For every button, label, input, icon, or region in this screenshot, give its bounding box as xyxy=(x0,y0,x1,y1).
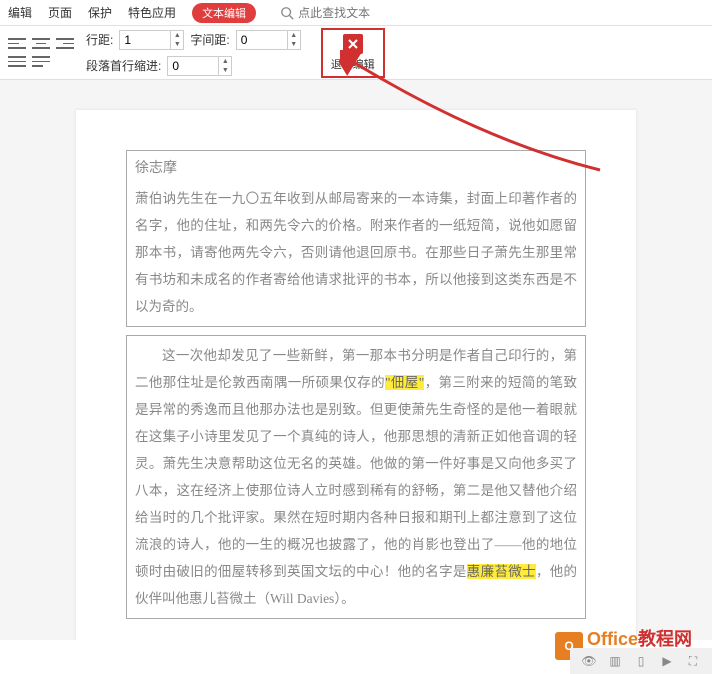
menu-protect[interactable]: 保护 xyxy=(88,4,112,21)
menu-edit[interactable]: 编辑 xyxy=(8,4,32,21)
char-spacing-spinner[interactable]: ▲▼ xyxy=(236,30,301,50)
text-edit-mode-badge[interactable]: 文本编辑 xyxy=(192,3,256,23)
text-block-1[interactable]: 徐志摩 萧伯讷先生在一九〇五年收到从邮局寄来的一本诗集，封面上印著作者的名字，他… xyxy=(126,150,586,327)
indent-spinner[interactable]: ▲▼ xyxy=(167,56,232,76)
spacing-group: 行距: ▲▼ 字间距: ▲▼ 段落首行缩进: ▲▼ xyxy=(86,30,301,76)
highlight-2: 惠廉苔微士 xyxy=(467,564,536,579)
char-spacing-label: 字间距: xyxy=(190,31,229,48)
char-spacing-input[interactable] xyxy=(237,33,287,47)
paragraph-2[interactable]: 这一次他却发见了一些新鲜，第一那本书分明是作者自己印行的，第二他那住址是伦敦西南… xyxy=(135,342,577,612)
text-block-2[interactable]: 这一次他却发见了一些新鲜，第一那本书分明是作者自己印行的，第二他那住址是伦敦西南… xyxy=(126,335,586,619)
align-right-button[interactable] xyxy=(56,37,74,51)
spinner-up-icon[interactable]: ▲ xyxy=(171,31,183,40)
layout-icon[interactable]: ▥ xyxy=(606,652,624,670)
align-distribute-button[interactable] xyxy=(32,55,50,69)
spinner-down-icon[interactable]: ▼ xyxy=(219,66,231,75)
exit-edit-group: 退出编辑 xyxy=(321,28,385,78)
alignment-group xyxy=(8,37,74,69)
line-spacing-label: 行距: xyxy=(86,31,113,48)
line-spacing-spinner[interactable]: ▲▼ xyxy=(119,30,184,50)
indent-label: 段落首行缩进: xyxy=(86,57,161,74)
status-bar: 👁 ▥ ▯ ▶ ⛶ xyxy=(570,648,712,674)
highlight-1: "佃屋" xyxy=(385,375,424,390)
watermark-brand: Office xyxy=(587,629,638,649)
menu-page[interactable]: 页面 xyxy=(48,4,72,21)
view-icon[interactable]: 👁 xyxy=(580,652,598,670)
formatting-toolbar: 行距: ▲▼ 字间距: ▲▼ 段落首行缩进: ▲▼ 退出编辑 xyxy=(0,26,712,80)
align-justify-button[interactable] xyxy=(8,55,26,69)
single-page-icon[interactable]: ▯ xyxy=(632,652,650,670)
play-icon[interactable]: ▶ xyxy=(658,652,676,670)
spinner-up-icon[interactable]: ▲ xyxy=(219,57,231,66)
document-title[interactable]: 徐志摩 xyxy=(135,157,577,177)
search-icon[interactable] xyxy=(280,6,294,20)
document-canvas: 徐志摩 萧伯讷先生在一九〇五年收到从邮局寄来的一本诗集，封面上印著作者的名字，他… xyxy=(0,80,712,640)
top-menu-bar: 编辑 页面 保护 特色应用 文本编辑 xyxy=(0,0,712,26)
search-area xyxy=(280,6,398,20)
watermark-suffix: 教程网 xyxy=(638,629,692,649)
paragraph-1[interactable]: 萧伯讷先生在一九〇五年收到从邮局寄来的一本诗集，封面上印著作者的名字，他的住址，… xyxy=(135,185,577,320)
align-center-button[interactable] xyxy=(32,37,50,51)
menu-special[interactable]: 特色应用 xyxy=(128,4,176,21)
exit-edit-button[interactable] xyxy=(343,34,363,54)
spinner-up-icon[interactable]: ▲ xyxy=(288,31,300,40)
align-left-button[interactable] xyxy=(8,37,26,51)
indent-input[interactable] xyxy=(168,59,218,73)
fullscreen-icon[interactable]: ⛶ xyxy=(684,652,702,670)
exit-edit-label: 退出编辑 xyxy=(331,56,375,72)
line-spacing-input[interactable] xyxy=(120,33,170,47)
search-input[interactable] xyxy=(298,6,398,20)
spinner-down-icon[interactable]: ▼ xyxy=(288,40,300,49)
spinner-down-icon[interactable]: ▼ xyxy=(171,40,183,49)
close-icon xyxy=(347,38,359,50)
document-page[interactable]: 徐志摩 萧伯讷先生在一九〇五年收到从邮局寄来的一本诗集，封面上印著作者的名字，他… xyxy=(76,110,636,640)
